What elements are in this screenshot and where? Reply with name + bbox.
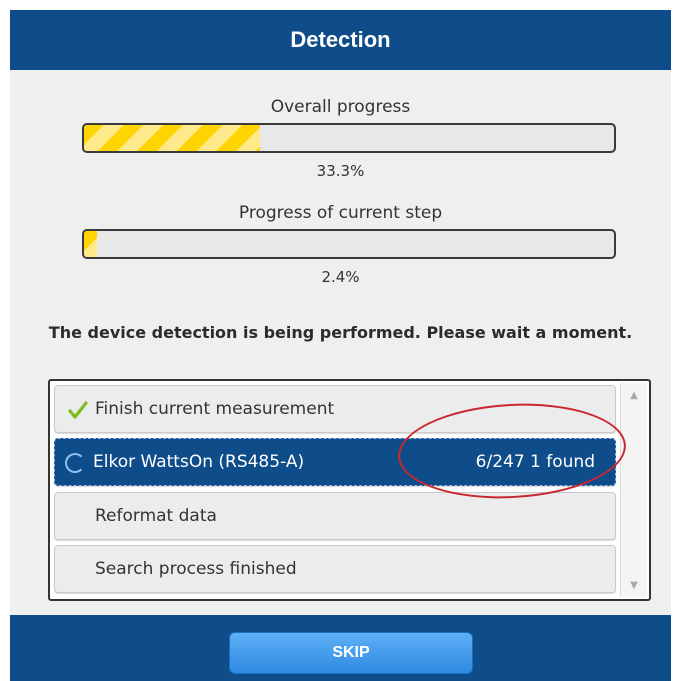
step-progress-fill bbox=[84, 231, 97, 257]
step-progress-bar bbox=[82, 229, 616, 259]
dialog-title: Detection bbox=[10, 10, 671, 70]
list-item: Search process finished bbox=[54, 545, 616, 593]
step-progress-value: 2.4% bbox=[321, 268, 360, 286]
overall-progress-bar bbox=[82, 123, 616, 153]
spinner-icon bbox=[65, 453, 85, 473]
scrollbar[interactable]: ▲ ▼ bbox=[620, 383, 647, 597]
step-progress-label: Progress of current step bbox=[238, 203, 443, 223]
scroll-down-icon[interactable]: ▼ bbox=[621, 575, 647, 595]
list-item-label: Reformat data bbox=[95, 506, 217, 526]
detection-dialog: Detection Overall progress 33.3% Progres… bbox=[10, 10, 671, 681]
list-item-label: Elkor WattsOn (RS485-A) bbox=[93, 452, 305, 472]
list-item-label: Search process finished bbox=[95, 559, 297, 579]
overall-progress-fill bbox=[84, 125, 261, 151]
overall-progress-label: Overall progress bbox=[270, 97, 411, 117]
skip-button[interactable]: SKIP bbox=[229, 632, 473, 674]
dialog-footer: SKIP bbox=[10, 615, 671, 681]
scroll-up-icon[interactable]: ▲ bbox=[621, 385, 647, 405]
status-message: The device detection is being performed.… bbox=[48, 323, 633, 342]
list-item: Reformat data bbox=[54, 492, 616, 540]
check-icon bbox=[68, 401, 88, 419]
overall-progress-value: 33.3% bbox=[316, 162, 365, 180]
list-item-label: Finish current measurement bbox=[95, 399, 335, 419]
